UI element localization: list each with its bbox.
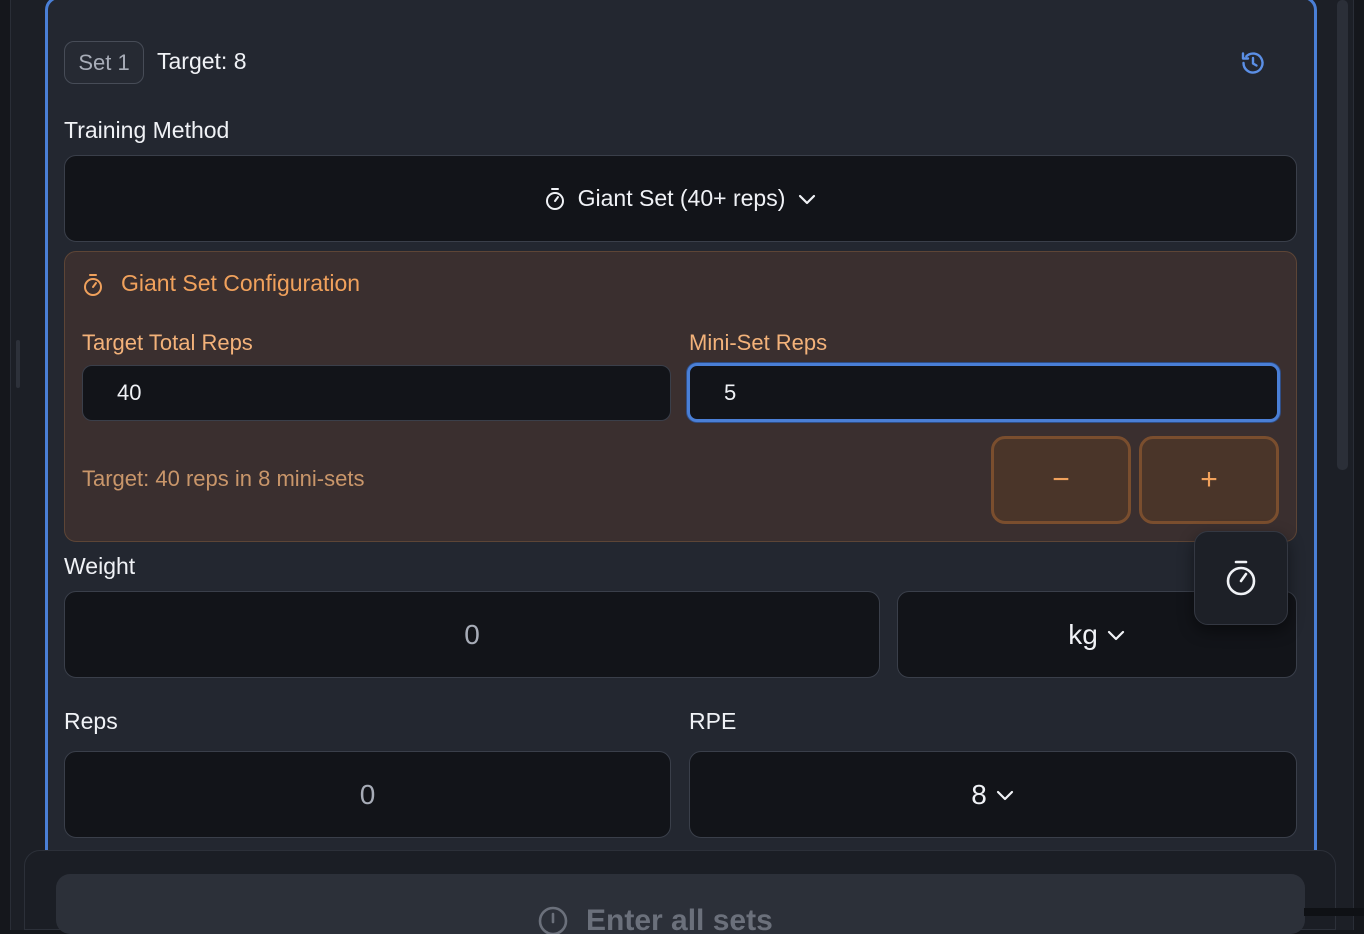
mini-set-reps-input[interactable]: 5 [687, 363, 1280, 422]
set-target: Target: 8 [157, 48, 247, 74]
rpe-select[interactable]: 8 [689, 751, 1297, 838]
chevron-down-icon [995, 788, 1015, 802]
resize-handle[interactable] [16, 340, 20, 388]
history-icon [1239, 49, 1267, 77]
weight-label: Weight [64, 553, 136, 579]
training-method-value: Giant Set (40+ reps) [577, 185, 786, 211]
giant-set-config-title: Giant Set Configuration [121, 270, 361, 296]
training-method-select[interactable]: Giant Set (40+ reps) [64, 155, 1297, 242]
reps-value: 0 [359, 778, 376, 810]
reps-label: Reps [64, 708, 118, 734]
increment-button[interactable]: + [1139, 436, 1279, 524]
giant-set-summary: Target: 40 reps in 8 mini-sets [82, 466, 365, 491]
history-button[interactable] [1234, 44, 1272, 82]
rest-timer-button[interactable] [1194, 531, 1288, 625]
weight-input[interactable]: 0 [64, 591, 880, 678]
weight-unit-value: kg [1068, 618, 1098, 650]
set-badge: Set 1 [64, 41, 144, 84]
enter-all-sets-label: Enter all sets [586, 904, 773, 934]
mini-set-reps-value: 5 [724, 379, 737, 405]
enter-all-sets-button[interactable]: Enter all sets [56, 874, 1305, 934]
stopwatch-icon [82, 273, 104, 297]
target-total-reps-label: Target Total Reps [82, 330, 253, 355]
target-total-reps-input[interactable]: 40 [82, 365, 671, 421]
chevron-down-icon [1106, 628, 1126, 642]
weight-value: 0 [464, 618, 480, 650]
target-total-reps-value: 40 [117, 380, 142, 405]
reps-input[interactable]: 0 [64, 751, 671, 838]
scrollbar[interactable] [1337, 0, 1348, 470]
stopwatch-icon [538, 905, 568, 934]
rpe-label: RPE [689, 708, 737, 734]
stopwatch-icon [1224, 559, 1258, 597]
rpe-value: 8 [971, 778, 987, 810]
decrement-button[interactable]: − [991, 436, 1131, 524]
corner-tab [1304, 908, 1364, 916]
chevron-down-icon [797, 192, 817, 206]
plus-icon: + [1200, 463, 1218, 496]
minus-icon: − [1052, 463, 1070, 496]
mini-set-reps-label: Mini-Set Reps [689, 330, 828, 355]
stopwatch-icon [544, 187, 566, 211]
training-method-label: Training Method [64, 117, 230, 143]
